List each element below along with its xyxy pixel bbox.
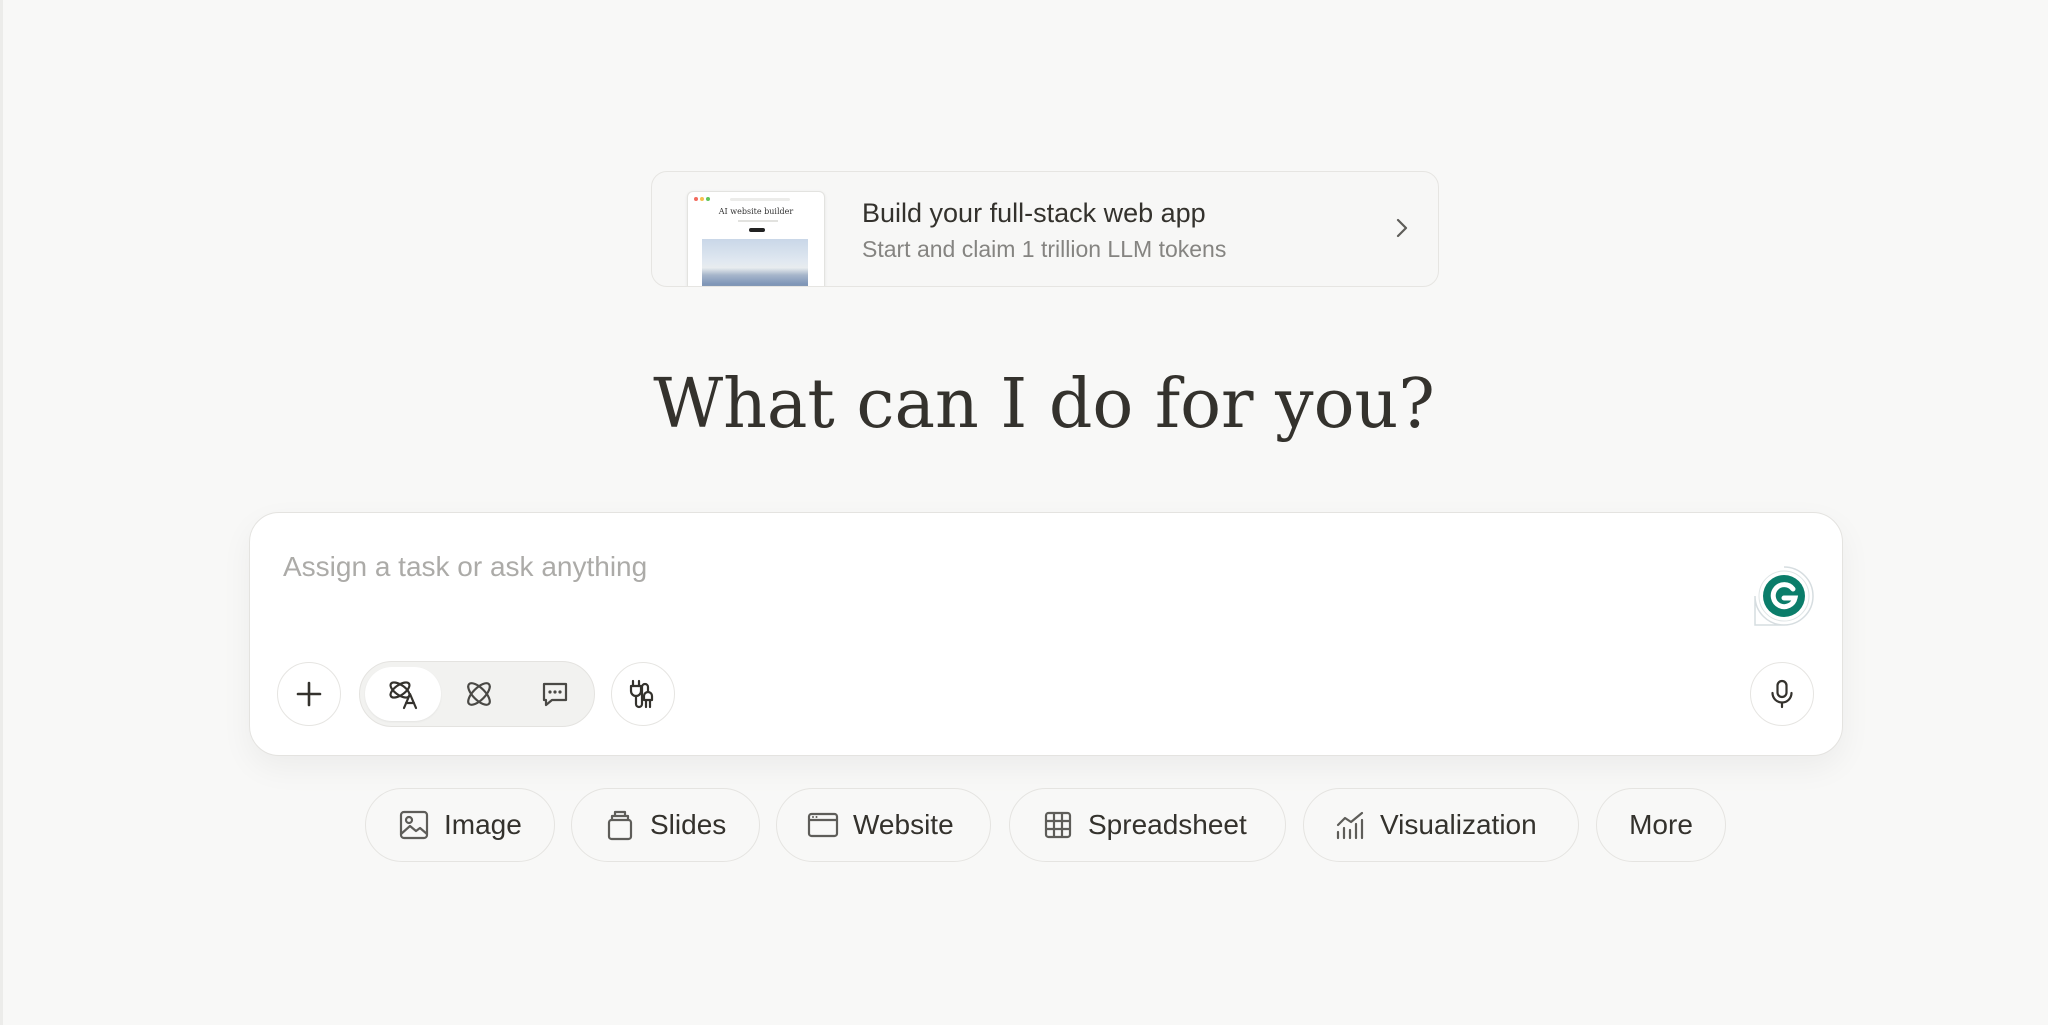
agent-mode-icon (389, 681, 418, 710)
promo-thumbnail: AI website builder (687, 191, 825, 286)
thumbnail-title: AI website builder (718, 207, 794, 216)
connector-plug-icon (629, 679, 654, 709)
voice-input-button[interactable] (1750, 662, 1814, 726)
promo-banner[interactable]: AI website builder Build your full-stack… (651, 171, 1439, 287)
thumbnail-landscape-image (702, 239, 808, 286)
quick-action-label: Spreadsheet (1088, 809, 1247, 840)
research-mode-button[interactable] (441, 667, 517, 721)
mode-selector (359, 661, 595, 727)
table-grid-icon (1044, 811, 1072, 839)
task-input[interactable] (283, 547, 1483, 587)
quick-action-label: Visualization (1380, 809, 1537, 840)
thumbnail-subtitle-line (738, 220, 778, 222)
quick-action-spreadsheet[interactable]: Spreadsheet (1009, 788, 1286, 862)
thumbnail-address-bar (730, 198, 790, 201)
task-composer (249, 512, 1843, 756)
quick-action-label: More (1629, 809, 1693, 840)
slides-icon (607, 810, 633, 841)
promo-title: Build your full-stack web app (862, 198, 1206, 228)
quick-action-visualization[interactable]: Visualization (1303, 788, 1579, 862)
quick-action-slides[interactable]: Slides (571, 788, 760, 862)
window-left-edge (0, 0, 3, 1025)
thumbnail-window-dots (694, 197, 710, 201)
quick-action-label: Slides (650, 809, 727, 840)
chat-bubble-icon (542, 682, 568, 707)
quick-action-more[interactable]: More (1596, 788, 1726, 862)
promo-subtitle: Start and claim 1 trillion LLM tokens (862, 236, 1227, 262)
microphone-icon (1771, 679, 1793, 709)
add-attachment-button[interactable] (277, 662, 341, 726)
plus-icon (296, 681, 322, 707)
connectors-button[interactable] (611, 662, 675, 726)
page-heading: What can I do for you? (653, 365, 1435, 444)
chevron-right-icon (1396, 218, 1408, 238)
quick-action-label: Image (444, 809, 522, 840)
quick-action-website[interactable]: Website (776, 788, 991, 862)
chat-mode-button[interactable] (517, 667, 593, 721)
atom-icon (467, 682, 491, 706)
image-icon (399, 810, 429, 840)
chart-icon (1336, 811, 1364, 840)
quick-action-image[interactable]: Image (365, 788, 555, 862)
quick-action-label: Website (853, 809, 954, 840)
browser-window-icon (807, 812, 839, 838)
thumbnail-button (749, 228, 765, 232)
grammarly-icon[interactable] (1753, 565, 1815, 627)
agent-mode-button[interactable] (365, 667, 441, 721)
